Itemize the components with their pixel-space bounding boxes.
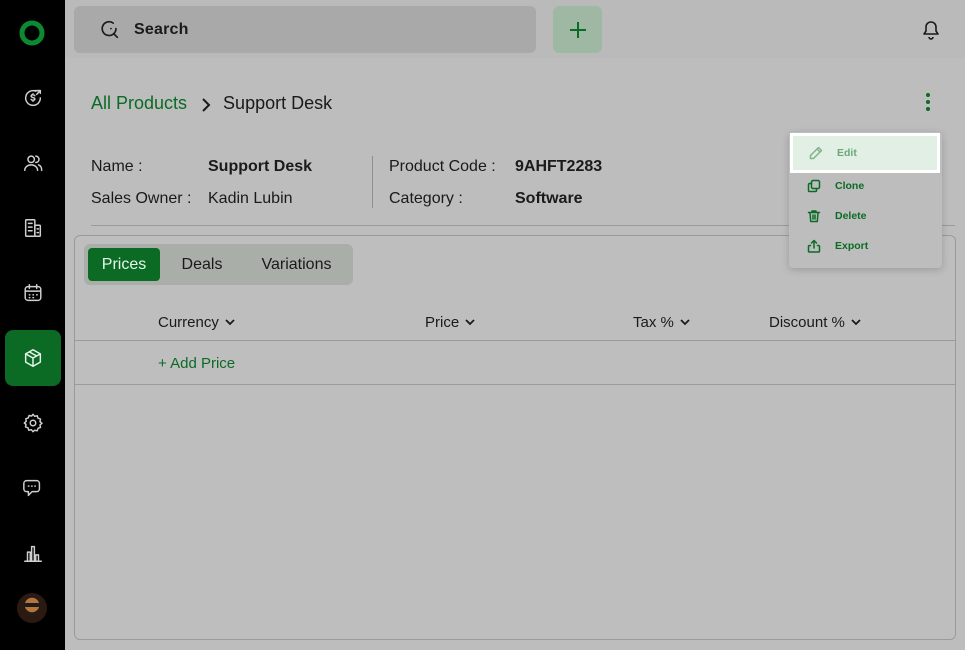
menu-item-label: Clone (835, 180, 865, 192)
sidebar-item-settings[interactable] (5, 395, 61, 451)
bell-icon (923, 21, 939, 40)
name-value: Support Desk (208, 158, 313, 175)
column-currency[interactable]: Currency (158, 314, 235, 331)
chevron-down-icon (851, 319, 861, 326)
top-bar: Search (65, 0, 965, 58)
sidebar (0, 0, 65, 650)
chevron-down-icon (225, 319, 235, 326)
plus-icon (569, 21, 586, 38)
name-label: Name : (91, 158, 143, 175)
category-value: Software (515, 190, 583, 207)
details-divider (372, 156, 373, 208)
product-code-value: 9AHFT2283 (515, 158, 603, 175)
prices-card: Prices Deals Variations Currency Price T… (74, 235, 956, 640)
column-currency-label: Currency (158, 314, 219, 331)
actions-menu: Edit Clone Delete Export (789, 132, 942, 268)
calendar-icon (24, 284, 42, 302)
chat-icon (23, 479, 41, 497)
sidebar-item-contacts[interactable] (5, 135, 61, 191)
search-icon (101, 20, 119, 38)
column-tax[interactable]: Tax % (633, 314, 690, 331)
menu-item-export[interactable]: Export (791, 230, 940, 262)
tab-prices[interactable]: Prices (88, 248, 160, 281)
add-price-link[interactable]: + Add Price (158, 355, 235, 372)
sales-owner-value[interactable]: Kadin Lubin (208, 190, 293, 208)
chevron-down-icon (465, 319, 475, 326)
breadcrumb-current: Support Desk (223, 92, 333, 113)
chevron-down-icon (680, 319, 690, 326)
sales-owner-label: Sales Owner : (91, 190, 192, 207)
logo-icon[interactable] (18, 19, 46, 47)
avatar[interactable] (17, 593, 47, 623)
table-row: + Add Price (75, 342, 955, 385)
sidebar-item-products[interactable] (5, 330, 61, 386)
table-header: Currency Price Tax % Discount % (75, 306, 955, 341)
column-price[interactable]: Price (425, 314, 475, 331)
menu-item-label: Delete (835, 210, 867, 222)
export-icon (807, 239, 821, 253)
add-button[interactable] (553, 6, 602, 53)
more-options-icon[interactable] (921, 93, 935, 111)
sidebar-item-reports[interactable] (5, 525, 61, 581)
building-icon (24, 219, 42, 237)
product-code-label: Product Code : (389, 158, 496, 175)
chevron-right-icon (201, 96, 211, 112)
tab-bar: Prices Deals Variations (84, 244, 353, 285)
tab-deals[interactable]: Deals (160, 248, 244, 281)
tab-variations[interactable]: Variations (244, 248, 349, 281)
cube-icon (24, 349, 42, 367)
search-input[interactable]: Search (74, 6, 536, 53)
sidebar-item-messages[interactable] (5, 460, 61, 516)
dollar-refresh-icon (25, 89, 42, 107)
sidebar-item-calendar[interactable] (5, 265, 61, 321)
trash-icon (807, 210, 821, 223)
search-placeholder: Search (134, 20, 189, 38)
sidebar-item-companies[interactable] (5, 200, 61, 256)
menu-item-label: Export (835, 240, 869, 252)
menu-item-delete[interactable]: Delete (791, 200, 940, 232)
column-discount[interactable]: Discount % (769, 314, 861, 331)
breadcrumb: All Products Support Desk (91, 92, 332, 114)
menu-item-edit[interactable]: Edit (790, 133, 940, 173)
column-tax-label: Tax % (633, 314, 674, 331)
copy-icon (807, 179, 821, 193)
menu-item-clone[interactable]: Clone (791, 170, 940, 202)
menu-item-label: Edit (837, 147, 857, 159)
column-price-label: Price (425, 314, 460, 331)
category-label: Category : (389, 190, 463, 207)
users-icon (24, 155, 43, 172)
gear-icon (23, 413, 43, 433)
sidebar-item-finance[interactable] (5, 70, 61, 126)
notification-button[interactable] (922, 20, 940, 40)
pencil-icon (809, 146, 823, 160)
breadcrumb-all-products[interactable]: All Products (91, 93, 187, 114)
column-discount-label: Discount % (769, 314, 845, 331)
bar-chart-icon (24, 545, 42, 562)
